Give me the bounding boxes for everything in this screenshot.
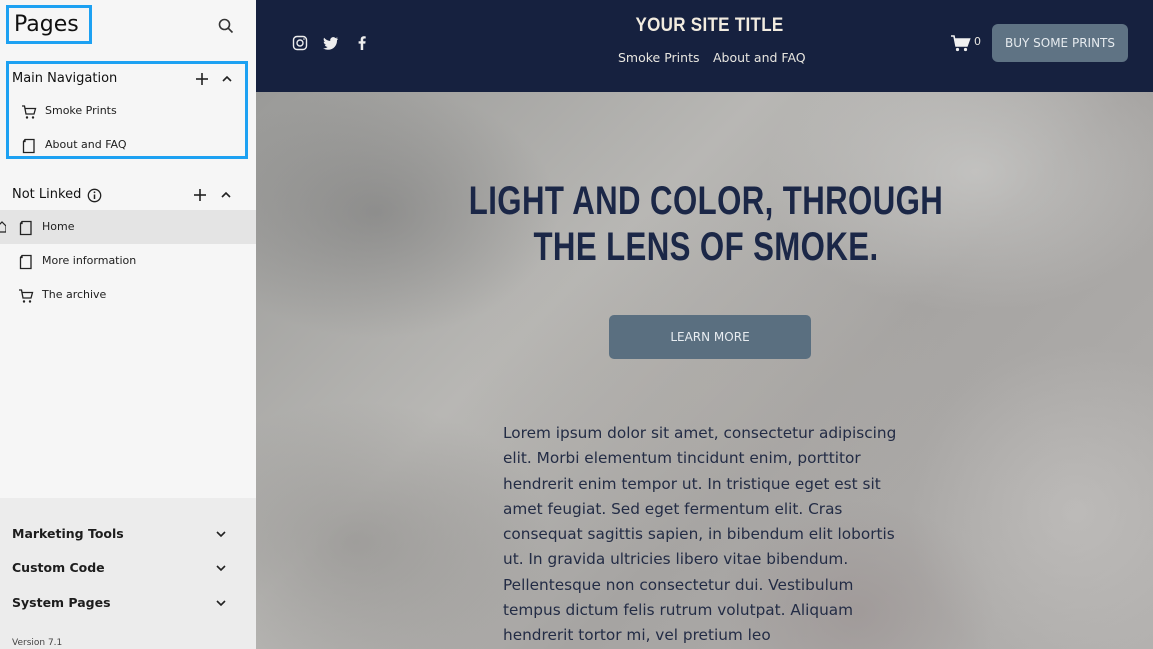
sidebar-item-home[interactable]: Home — [0, 210, 256, 244]
chevron-down-icon — [216, 565, 226, 572]
chevron-up-icon[interactable] — [221, 73, 233, 85]
cart-icon — [19, 289, 34, 303]
panel-title: Pages — [6, 5, 92, 44]
main-navigation-header[interactable]: Main Navigation — [9, 64, 245, 94]
learn-more-button[interactable]: LEARN MORE — [609, 315, 811, 359]
page-icon — [19, 254, 32, 270]
section-label: Main Navigation — [12, 71, 118, 86]
pages-panel: Pages Main Navigation Smoke Prints About… — [0, 0, 256, 649]
hero-section: LIGHT AND COLOR, THROUGH THE LENS OF SMO… — [256, 92, 1153, 649]
instagram-icon[interactable] — [292, 35, 308, 51]
cart-count: 0 — [974, 35, 981, 48]
hero-body-text: Lorem ipsum dolor sit amet, consectetur … — [503, 424, 897, 645]
section-label: Not Linked — [12, 187, 82, 202]
buy-prints-button[interactable]: BUY SOME PRINTS — [992, 24, 1128, 62]
not-linked-header[interactable]: Not Linked — [0, 180, 256, 210]
sidebar-item-smoke-prints[interactable]: Smoke Prints — [9, 94, 245, 128]
site-nav-smoke-prints[interactable]: Smoke Prints — [618, 50, 699, 65]
sidebar-item-about-and-faq[interactable]: About and FAQ — [9, 128, 245, 162]
twitter-icon[interactable] — [323, 35, 339, 51]
custom-code-accordion[interactable]: Custom Code — [0, 553, 256, 583]
panel-header: Pages — [0, 0, 256, 50]
main-navigation-section: Main Navigation Smoke Prints About and F… — [6, 61, 248, 159]
accordion-label: Marketing Tools — [12, 526, 124, 541]
site-preview: YOUR SITE TITLE Smoke Prints About and F… — [256, 0, 1153, 649]
marketing-tools-accordion[interactable]: Marketing Tools — [0, 519, 256, 549]
accordion-label: Custom Code — [12, 560, 105, 575]
site-nav-about-and-faq[interactable]: About and FAQ — [713, 50, 806, 65]
search-icon[interactable] — [217, 17, 235, 35]
chevron-down-icon — [216, 600, 226, 607]
version-label: Version 7.1 — [12, 638, 63, 648]
sidebar-item-label: More information — [42, 254, 137, 267]
add-page-icon[interactable] — [193, 188, 207, 202]
home-icon — [0, 221, 6, 233]
sidebar-item-label: The archive — [42, 288, 107, 301]
chevron-down-icon — [216, 531, 226, 538]
hero-headline: LIGHT AND COLOR, THROUGH THE LENS OF SMO… — [468, 179, 944, 269]
chevron-up-icon[interactable] — [220, 189, 232, 201]
site-header: YOUR SITE TITLE Smoke Prints About and F… — [256, 0, 1153, 92]
sidebar-item-more-information[interactable]: More information — [0, 244, 256, 278]
sidebar-item-label: About and FAQ — [45, 138, 127, 151]
accordion-label: System Pages — [12, 595, 111, 610]
page-icon — [22, 138, 35, 154]
page-icon — [19, 220, 32, 236]
sidebar-item-label: Smoke Prints — [45, 104, 117, 117]
add-page-icon[interactable] — [195, 72, 209, 86]
sidebar-item-label: Home — [42, 220, 75, 233]
cart-icon[interactable] — [950, 34, 972, 52]
not-linked-section: Not Linked Home More information The arc… — [0, 180, 256, 315]
cart-icon — [22, 105, 37, 119]
sidebar-item-the-archive[interactable]: The archive — [0, 278, 256, 312]
facebook-icon[interactable] — [354, 35, 370, 51]
system-pages-accordion[interactable]: System Pages — [0, 588, 256, 618]
info-icon[interactable] — [87, 188, 102, 203]
